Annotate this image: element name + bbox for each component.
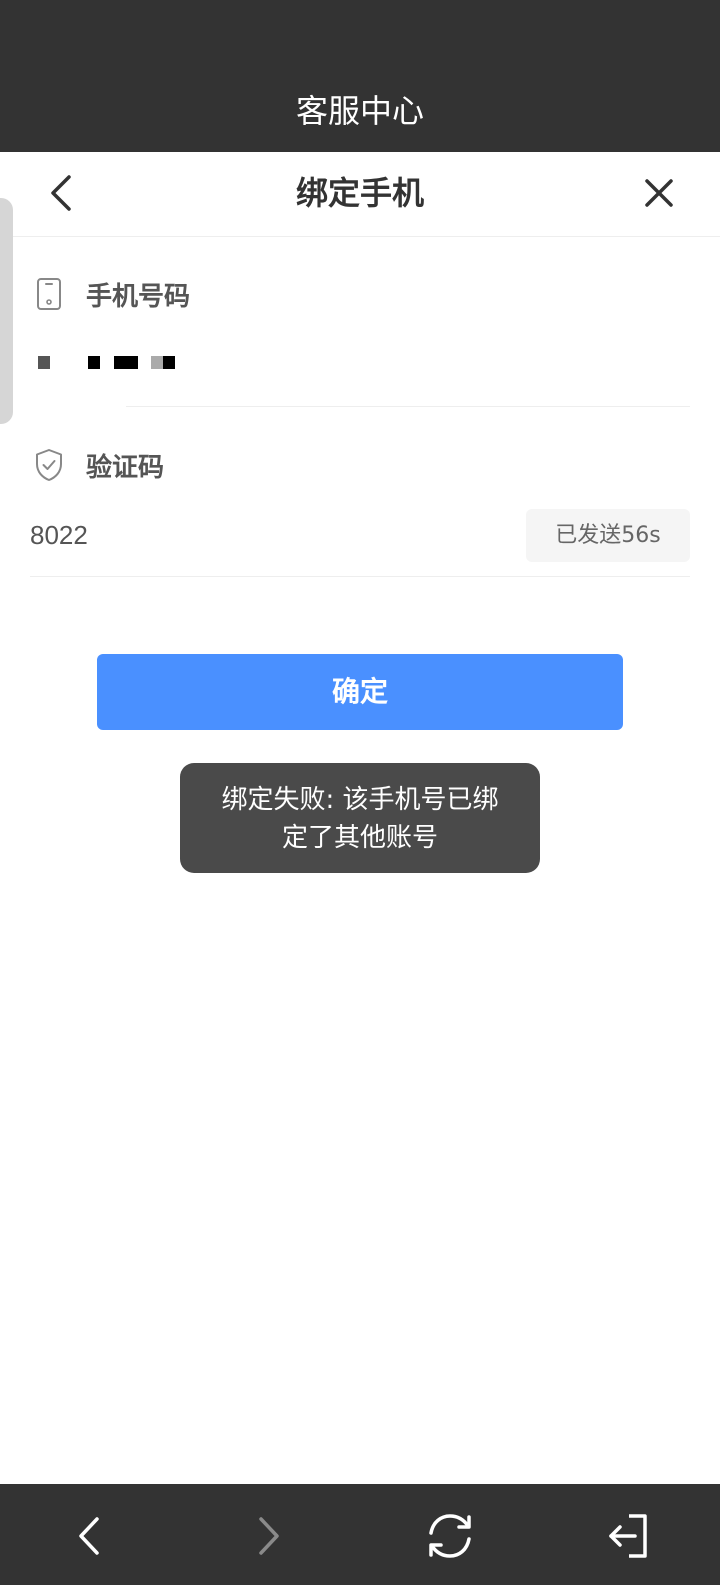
arrow-forward-icon [259, 1517, 279, 1555]
sheet-title: 绑定手机 [295, 174, 424, 212]
nav-back-button[interactable] [63, 1509, 117, 1563]
sheet-header: 绑定手机 [0, 152, 720, 237]
nav-exit-button[interactable] [603, 1509, 657, 1563]
nav-refresh-button[interactable] [421, 1509, 475, 1563]
bottom-nav-bar [0, 1484, 720, 1585]
close-button[interactable] [634, 168, 684, 218]
resend-code-button[interactable]: 已发送56s [526, 509, 690, 562]
app-bar: 客服中心 [0, 0, 720, 152]
toast-line-1: 绑定失败: 该手机号已绑 [221, 785, 499, 815]
phone-label-row: 手机号码 [34, 272, 190, 316]
nav-forward-button[interactable] [241, 1509, 295, 1563]
exit-icon [609, 1514, 647, 1558]
toast-line-2: 定了其他账号 [281, 823, 438, 853]
refresh-icon [429, 1514, 471, 1558]
close-icon [645, 179, 673, 207]
code-divider [30, 576, 690, 577]
phone-divider [126, 406, 690, 407]
arrow-back-icon [79, 1517, 99, 1555]
error-toast: 绑定失败: 该手机号已绑 定了其他账号 [180, 763, 540, 873]
page: 客服中心 绑定手机 手机号码 验证码 8022 已发送56s 确定 绑定失败: … [0, 0, 720, 1585]
confirm-button[interactable]: 确定 [97, 654, 623, 730]
shield-check-icon [34, 448, 64, 482]
masked-digit [38, 356, 50, 369]
code-label: 验证码 [86, 452, 165, 483]
app-bar-title: 客服中心 [295, 92, 424, 130]
masked-digit [163, 356, 175, 369]
code-label-row: 验证码 [34, 443, 164, 487]
phone-input[interactable] [38, 356, 238, 370]
smartphone-icon [34, 277, 64, 311]
side-drawer-handle[interactable] [0, 198, 13, 424]
masked-digit [114, 356, 138, 369]
masked-digit [151, 356, 163, 369]
masked-digit [88, 356, 100, 369]
code-input[interactable] [30, 510, 450, 560]
phone-label: 手机号码 [86, 281, 191, 312]
